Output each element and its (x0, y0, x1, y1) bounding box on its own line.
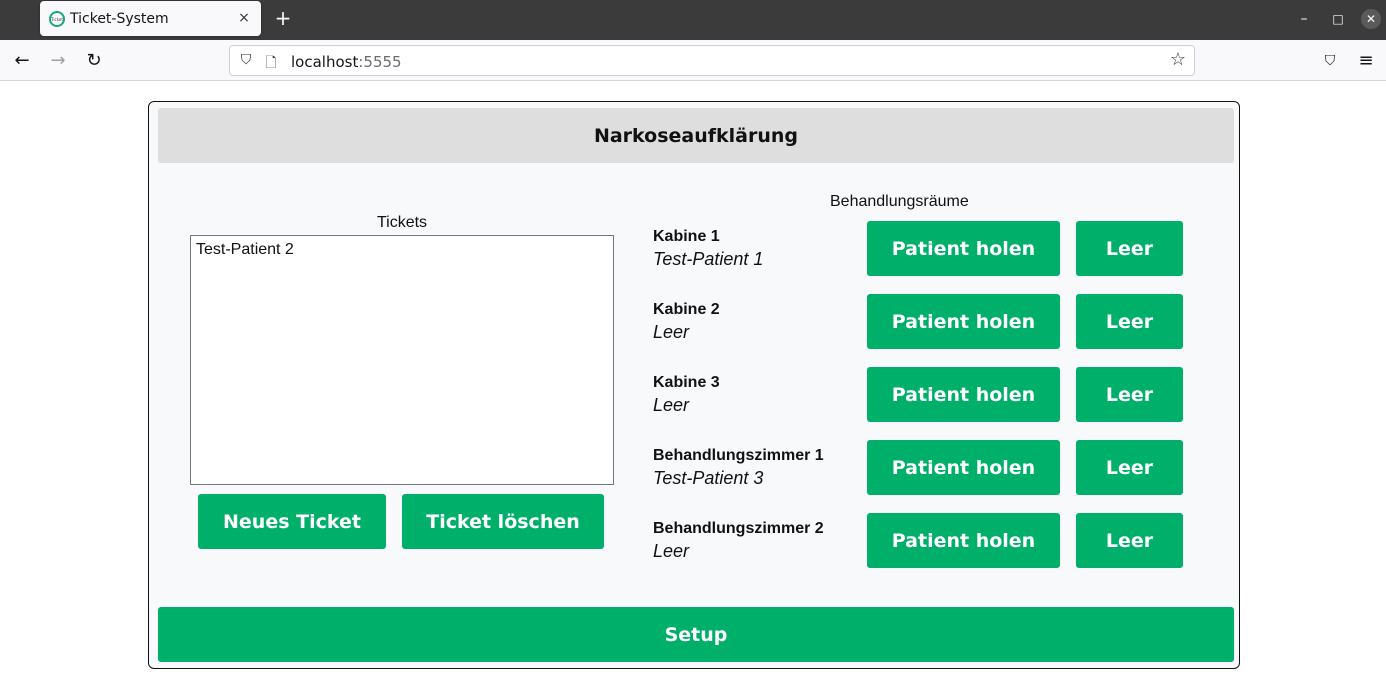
room-row: Kabine 3 Leer Patient holen Leer (653, 367, 1193, 422)
browser-tabbar: Ticket Ticket-System × + – □ ✕ (0, 0, 1386, 40)
window-minimize-icon[interactable]: – (1293, 8, 1315, 30)
browser-navbar: ← → ↻ ⛉ 🗋 localhost:5555 ☆ ⛉ ≡ (0, 40, 1386, 81)
window-close-icon[interactable]: ✕ (1361, 9, 1381, 29)
pocket-icon[interactable]: ⛉ (1318, 49, 1342, 73)
url-text[interactable]: localhost:5555 (291, 53, 402, 71)
room-row: Behandlungszimmer 1 Test-Patient 3 Patie… (653, 440, 1193, 495)
url-bar[interactable]: ⛉ 🗋 localhost:5555 ☆ (229, 45, 1195, 76)
room-row: Kabine 1 Test-Patient 1 Patient holen Le… (653, 221, 1193, 276)
url-port: :5555 (358, 53, 402, 71)
room-row: Kabine 2 Leer Patient holen Leer (653, 294, 1193, 349)
main-panel: Narkoseaufklärung Tickets Test-Patient 2… (148, 101, 1240, 669)
url-host: localhost (291, 53, 359, 71)
room-patient: Leer (653, 322, 690, 342)
ticket-favicon-icon: Ticket (49, 11, 65, 27)
room-row: Behandlungszimmer 2 Leer Patient holen L… (653, 513, 1193, 568)
room-name: Kabine 1 (653, 228, 720, 245)
window-maximize-icon[interactable]: □ (1327, 8, 1349, 30)
tab-close-icon[interactable]: × (235, 9, 253, 27)
back-arrow-icon[interactable]: ← (10, 49, 34, 73)
room-patient: Test-Patient 1 (653, 249, 764, 269)
new-tab-icon[interactable]: + (272, 7, 294, 29)
empty-room-button[interactable]: Leer (1076, 294, 1183, 349)
room-name: Kabine 3 (653, 374, 720, 391)
ticket-list[interactable]: Test-Patient 2 (190, 235, 614, 485)
delete-ticket-button[interactable]: Ticket löschen (402, 494, 604, 549)
empty-room-button[interactable]: Leer (1076, 367, 1183, 422)
fetch-patient-button[interactable]: Patient holen (867, 221, 1060, 276)
room-patient: Test-Patient 3 (653, 468, 764, 488)
tab-title: Ticket-System (70, 11, 169, 27)
room-patient: Leer (653, 541, 690, 561)
browser-tab[interactable]: Ticket Ticket-System × (40, 1, 261, 36)
room-name: Behandlungszimmer 1 (653, 447, 824, 464)
reload-icon[interactable]: ↻ (82, 49, 106, 73)
shield-icon[interactable]: ⛉ (238, 52, 254, 70)
empty-room-button[interactable]: Leer (1076, 221, 1183, 276)
room-patient: Leer (653, 395, 690, 415)
page-title: Narkoseaufklärung (158, 108, 1234, 163)
ticket-item[interactable]: Test-Patient 2 (191, 236, 613, 259)
room-name: Kabine 2 (653, 301, 720, 318)
hamburger-menu-icon[interactable]: ≡ (1354, 49, 1378, 73)
new-ticket-button[interactable]: Neues Ticket (198, 494, 386, 549)
rooms-label: Behandlungsräume (830, 193, 969, 210)
empty-room-button[interactable]: Leer (1076, 513, 1183, 568)
fetch-patient-button[interactable]: Patient holen (867, 367, 1060, 422)
room-name: Behandlungszimmer 2 (653, 520, 824, 537)
tickets-label: Tickets (376, 214, 428, 231)
fetch-patient-button[interactable]: Patient holen (867, 513, 1060, 568)
bookmark-star-icon[interactable]: ☆ (1168, 50, 1188, 70)
empty-room-button[interactable]: Leer (1076, 440, 1183, 495)
forward-arrow-icon[interactable]: → (46, 49, 70, 73)
fetch-patient-button[interactable]: Patient holen (867, 440, 1060, 495)
setup-button[interactable]: Setup (158, 607, 1234, 662)
fetch-patient-button[interactable]: Patient holen (867, 294, 1060, 349)
page-icon[interactable]: 🗋 (264, 52, 278, 71)
